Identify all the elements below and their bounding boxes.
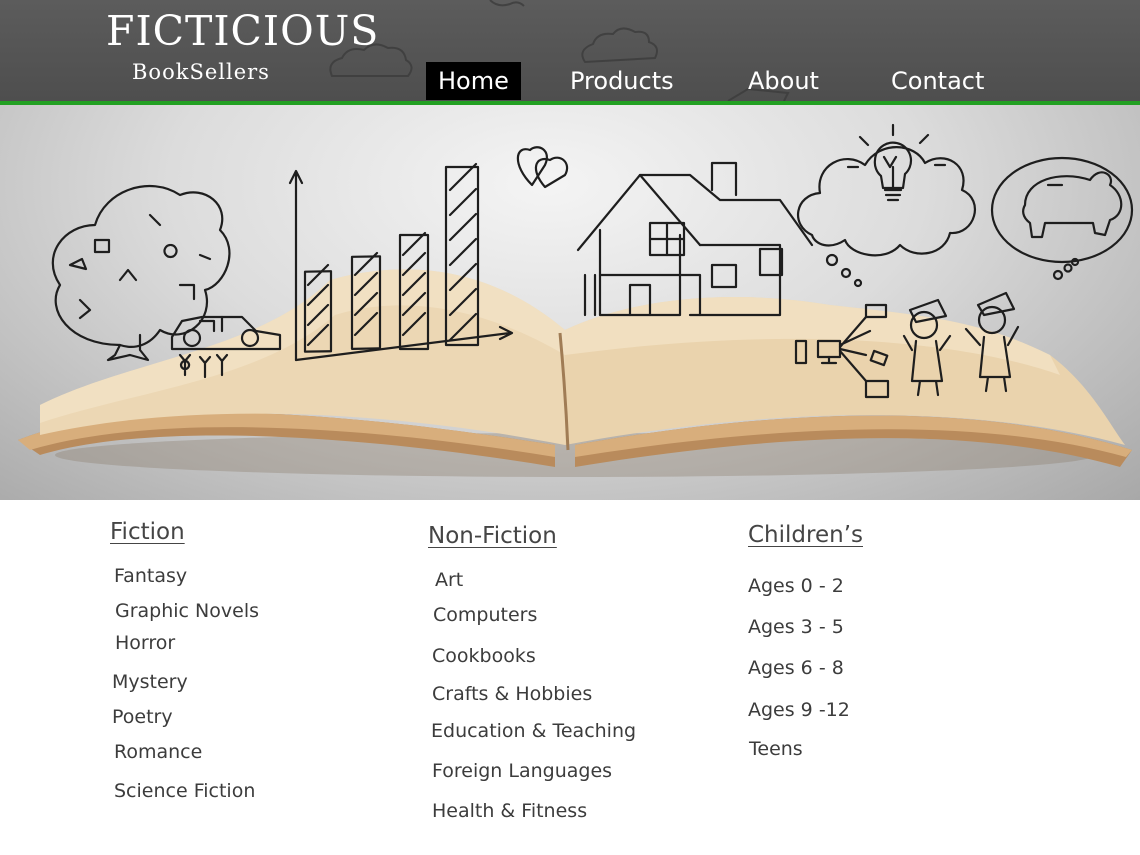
open-book-doodles-image	[18, 123, 1134, 477]
nonfiction-item-health-fitness[interactable]: Health & Fitness	[432, 799, 587, 823]
childrens-item-teens[interactable]: Teens	[749, 737, 803, 761]
nonfiction-item-art[interactable]: Art	[435, 568, 463, 592]
hero-banner	[0, 105, 1140, 500]
fiction-heading[interactable]: Fiction	[110, 517, 185, 547]
site-header: FICTICIOUS BookSellers Home Products Abo…	[0, 0, 1140, 101]
childrens-item-ages-0-2[interactable]: Ages 0 - 2	[748, 574, 844, 598]
fiction-item-fantasy[interactable]: Fantasy	[114, 564, 187, 588]
nonfiction-item-crafts-hobbies[interactable]: Crafts & Hobbies	[432, 682, 592, 706]
nonfiction-heading[interactable]: Non-Fiction	[428, 521, 557, 551]
brand-title[interactable]: FICTICIOUS	[106, 6, 379, 56]
fiction-item-mystery[interactable]: Mystery	[112, 670, 188, 694]
childrens-item-ages-6-8[interactable]: Ages 6 - 8	[748, 656, 844, 680]
nav-contact[interactable]: Contact	[891, 62, 984, 100]
fiction-item-science-fiction[interactable]: Science Fiction	[114, 779, 255, 803]
nav-products[interactable]: Products	[570, 62, 674, 100]
brand-subtitle: BookSellers	[132, 60, 270, 84]
nav-home[interactable]: Home	[426, 62, 521, 100]
childrens-item-ages-9-12[interactable]: Ages 9 -12	[748, 698, 850, 722]
nonfiction-item-cookbooks[interactable]: Cookbooks	[432, 644, 536, 668]
childrens-heading[interactable]: Children’s	[748, 520, 863, 550]
nonfiction-item-computers[interactable]: Computers	[433, 603, 537, 627]
fiction-item-horror[interactable]: Horror	[115, 631, 175, 655]
childrens-item-ages-3-5[interactable]: Ages 3 - 5	[748, 615, 844, 639]
fiction-item-poetry[interactable]: Poetry	[112, 705, 173, 729]
nonfiction-item-education-teaching[interactable]: Education & Teaching	[431, 719, 636, 743]
nonfiction-item-foreign-languages[interactable]: Foreign Languages	[432, 759, 612, 783]
fiction-item-romance[interactable]: Romance	[114, 740, 202, 764]
nav-about[interactable]: About	[748, 62, 819, 100]
fiction-item-graphic-novels[interactable]: Graphic Novels	[115, 599, 259, 623]
